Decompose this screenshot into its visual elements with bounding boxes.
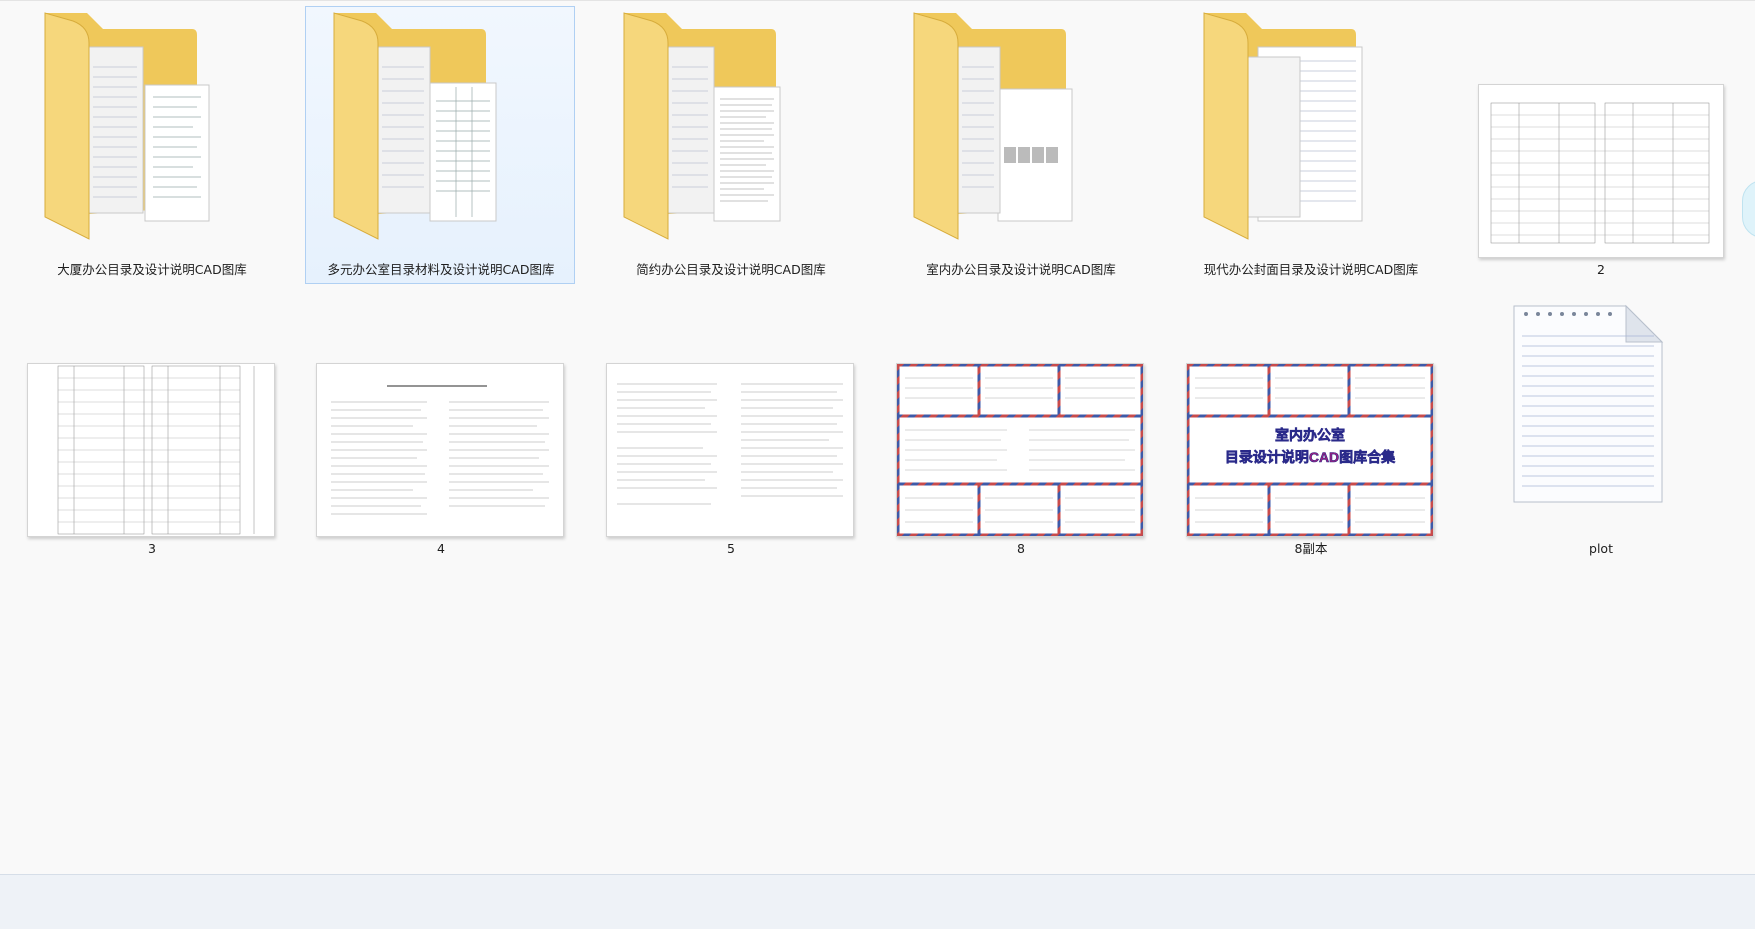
image-thumbnail: [896, 363, 1144, 537]
file-grid: 大厦办公目录及设计说明CAD图库 多元办公室目录材料及设计说明CAD图库 简约办…: [0, 0, 1755, 875]
image-item[interactable]: 室内办公室 目录设计说明CAD图库合集 8副本: [1175, 285, 1445, 563]
image-item[interactable]: 8: [885, 285, 1155, 563]
file-label: 室内办公目录及设计说明CAD图库: [926, 262, 1116, 277]
folder-item[interactable]: 大厦办公目录及设计说明CAD图库: [16, 6, 286, 284]
file-label: 多元办公室目录材料及设计说明CAD图库: [327, 262, 555, 277]
image-thumbnail: [1478, 84, 1724, 258]
image-item[interactable]: 3: [16, 285, 286, 563]
image-thumbnail: 室内办公室 目录设计说明CAD图库合集: [1186, 363, 1434, 537]
image-item[interactable]: 4: [305, 285, 575, 563]
file-label: plot: [1589, 541, 1613, 556]
document-item[interactable]: plot: [1465, 285, 1735, 563]
folder-icon: [913, 12, 1073, 240]
image-thumbnail: [606, 363, 854, 537]
document-icon: [1513, 304, 1664, 503]
file-label: 2: [1597, 262, 1605, 277]
folder-icon: [44, 12, 210, 240]
file-label: 5: [727, 541, 735, 556]
image-item[interactable]: 2: [1465, 6, 1735, 284]
file-label: 3: [148, 541, 156, 556]
file-label: 4: [437, 541, 445, 556]
image-thumbnail: [27, 363, 275, 537]
file-label: 8: [1017, 541, 1025, 556]
status-bar: [0, 874, 1755, 929]
folder-item[interactable]: 现代办公封面目录及设计说明CAD图库: [1175, 6, 1445, 284]
folder-icon: [623, 12, 781, 240]
overlay-title-line1: 室内办公室: [1275, 427, 1345, 443]
file-label: 8副本: [1294, 541, 1328, 556]
folder-item[interactable]: 多元办公室目录材料及设计说明CAD图库: [305, 6, 575, 284]
folder-item[interactable]: 室内办公目录及设计说明CAD图库: [885, 6, 1155, 284]
file-label: 现代办公封面目录及设计说明CAD图库: [1203, 262, 1419, 277]
overlay-title-line2: 目录设计说明CAD图库合集: [1225, 449, 1396, 465]
file-label: 简约办公目录及设计说明CAD图库: [636, 262, 826, 277]
image-thumbnail: [316, 363, 564, 537]
folder-item[interactable]: 简约办公目录及设计说明CAD图库: [595, 6, 865, 284]
folder-icon: [333, 12, 497, 240]
file-label: 大厦办公目录及设计说明CAD图库: [57, 262, 247, 277]
folder-icon: [1203, 12, 1363, 240]
image-item[interactable]: 5: [595, 285, 865, 563]
